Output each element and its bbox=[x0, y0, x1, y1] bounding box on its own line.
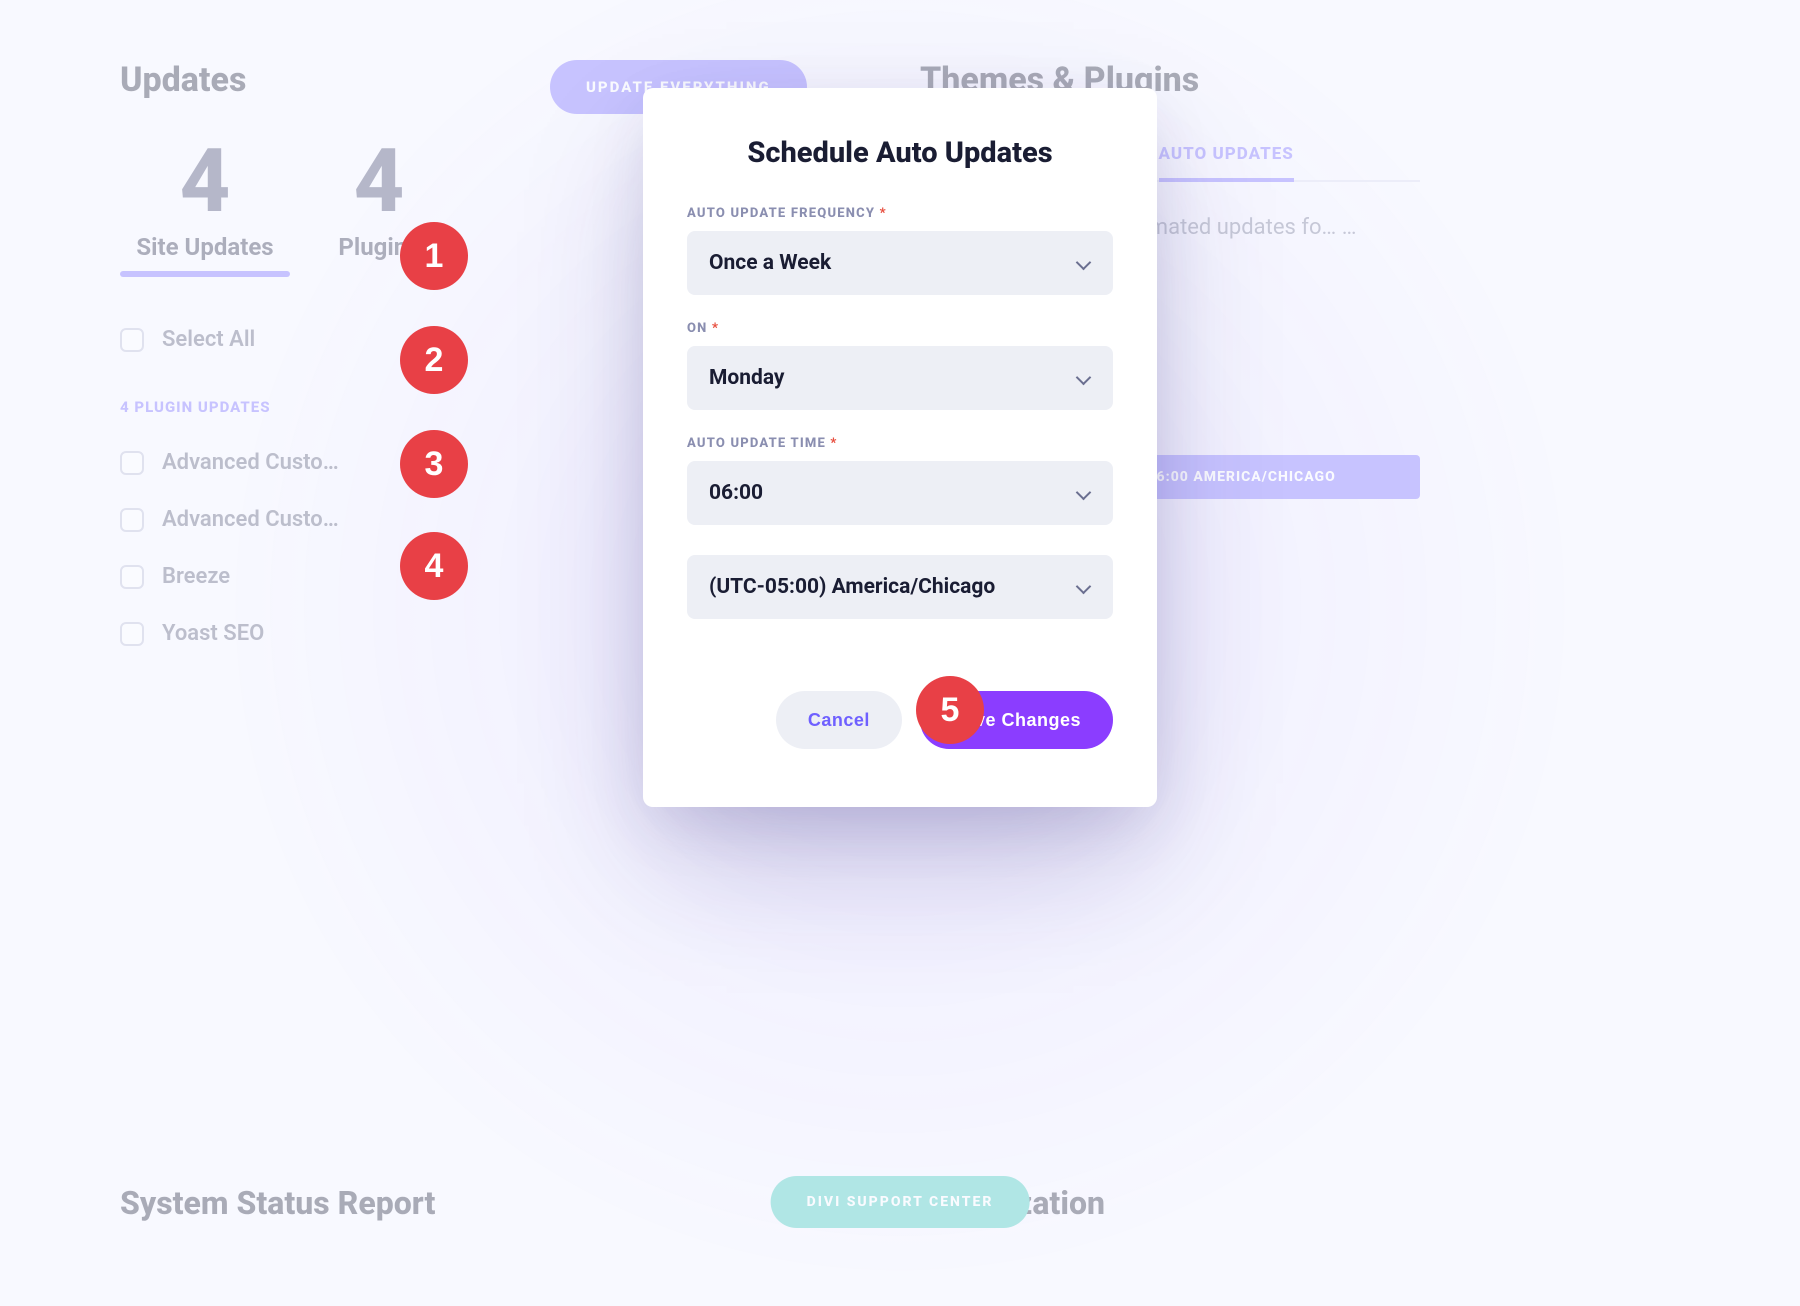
day-value: Monday bbox=[709, 366, 785, 390]
modal-title: Schedule Auto Updates bbox=[687, 136, 1113, 170]
on-label: ON * bbox=[687, 321, 1113, 336]
plugin-item-label: Advanced Custo… bbox=[162, 507, 339, 532]
checkbox-icon bbox=[120, 565, 144, 589]
plugin-item-label: Breeze bbox=[162, 564, 230, 589]
checkbox-icon bbox=[120, 622, 144, 646]
time-label: AUTO UPDATE TIME * bbox=[687, 436, 1113, 451]
frequency-select[interactable]: Once a Week bbox=[687, 231, 1113, 295]
tab-auto-updates: AUTO UPDATES bbox=[1159, 144, 1294, 182]
annotation-badge-1: 1 bbox=[400, 222, 468, 290]
tab-site-updates: Site Updates bbox=[120, 233, 290, 261]
annotation-badge-2: 2 bbox=[400, 326, 468, 394]
divi-support-button: DIVI SUPPORT CENTER bbox=[771, 1176, 1030, 1228]
select-all-label: Select All bbox=[162, 327, 255, 352]
chevron-down-icon bbox=[1075, 578, 1093, 596]
frequency-label: AUTO UPDATE FREQUENCY * bbox=[687, 206, 1113, 221]
frequency-value: Once a Week bbox=[709, 251, 831, 275]
site-updates-count: 4 bbox=[120, 130, 290, 233]
day-select[interactable]: Monday bbox=[687, 346, 1113, 410]
plugin-item-label: Advanced Custo… bbox=[162, 450, 339, 475]
cancel-button[interactable]: Cancel bbox=[776, 691, 902, 749]
annotation-badge-3: 3 bbox=[400, 430, 468, 498]
system-status-heading: System Status Report bbox=[120, 1184, 435, 1222]
chevron-down-icon bbox=[1075, 484, 1093, 502]
timezone-value: (UTC-05:00) America/Chicago bbox=[709, 575, 995, 599]
time-value: 06:00 bbox=[709, 481, 763, 505]
timezone-select[interactable]: (UTC-05:00) America/Chicago bbox=[687, 555, 1113, 619]
optimization-heading: Optimization bbox=[920, 1184, 1105, 1222]
annotation-badge-5: 5 bbox=[916, 676, 984, 744]
checkbox-icon bbox=[120, 451, 144, 475]
chevron-down-icon bbox=[1075, 369, 1093, 387]
checkbox-icon bbox=[120, 508, 144, 532]
chevron-down-icon bbox=[1075, 254, 1093, 272]
annotation-badge-4: 4 bbox=[400, 532, 468, 600]
time-select[interactable]: 06:00 bbox=[687, 461, 1113, 525]
plugins-count: 4 bbox=[294, 130, 464, 233]
checkbox-icon bbox=[120, 328, 144, 352]
plugin-item-label: Yoast SEO bbox=[162, 621, 264, 646]
schedule-auto-updates-modal: Schedule Auto Updates AUTO UPDATE FREQUE… bbox=[643, 88, 1157, 807]
